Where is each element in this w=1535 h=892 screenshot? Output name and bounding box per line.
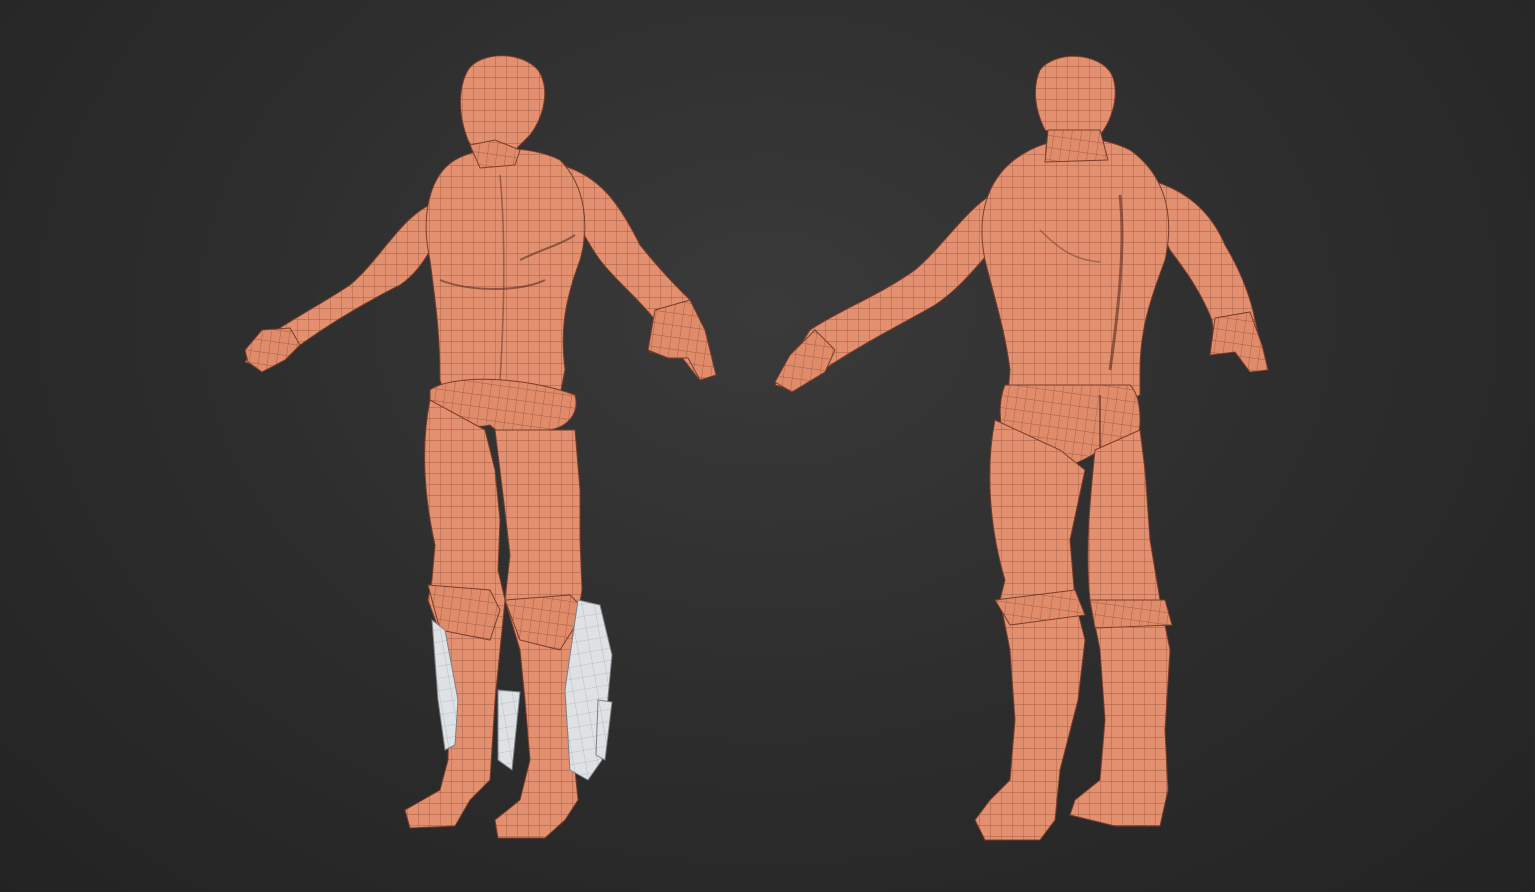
back-figure[interactable]	[774, 55, 1269, 841]
scene-canvas	[240, 50, 1269, 850]
front-figure[interactable]	[240, 50, 720, 850]
back-right-hand	[1209, 311, 1269, 373]
back-head	[1035, 55, 1116, 141]
back-right-leg	[1069, 429, 1171, 827]
back-left-leg	[974, 419, 1086, 841]
back-torso	[981, 138, 1170, 407]
3d-viewport[interactable]	[0, 0, 1535, 892]
